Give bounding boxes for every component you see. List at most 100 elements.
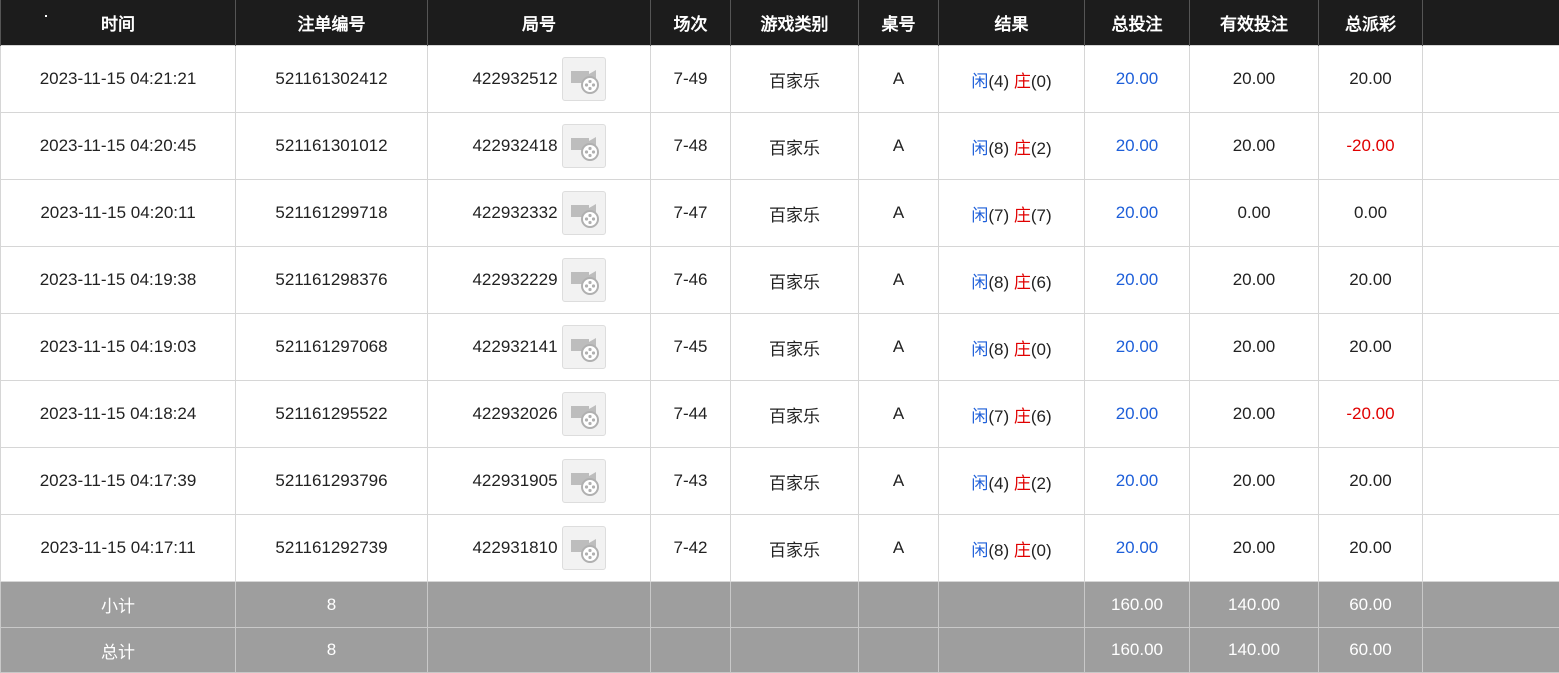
cell-table: A bbox=[859, 113, 939, 180]
player-score: (8) bbox=[988, 139, 1009, 158]
header-order-id: 注单编号 bbox=[236, 0, 428, 46]
banker-score: (6) bbox=[1031, 407, 1052, 426]
banker-label: 庄 bbox=[1014, 273, 1031, 292]
table-row: 2023-11-15 04:18:24521161295522422932026… bbox=[1, 381, 1559, 448]
table-row: 2023-11-15 04:20:45521161301012422932418… bbox=[1, 113, 1559, 180]
player-score: (4) bbox=[988, 72, 1009, 91]
cell-table: A bbox=[859, 448, 939, 515]
cell-order-id: 521161292739 bbox=[236, 515, 428, 582]
table-row: 2023-11-15 04:19:38521161298376 422932229… bbox=[1, 247, 1559, 314]
table-footer: 小计 8 160.00 140.00 60.00 总计 8 160.00 140… bbox=[1, 582, 1559, 673]
cell-balance: 1́ bbox=[1423, 46, 1559, 113]
cell-game-type: 百家乐 bbox=[731, 247, 859, 314]
cell-balance: 1 bbox=[1423, 314, 1559, 381]
round-id-text: 422932332 bbox=[472, 203, 557, 223]
player-label: 闲 bbox=[971, 273, 988, 292]
cell-order-id: 521161298376 bbox=[236, 247, 428, 314]
cell-session: 7-46 bbox=[651, 247, 731, 314]
cell-valid-bet: 20.00 bbox=[1190, 515, 1319, 582]
cell-session: 7-49 bbox=[651, 46, 731, 113]
header-payout: 总派彩 bbox=[1319, 0, 1423, 46]
header-balance bbox=[1423, 0, 1559, 46]
cell-valid-bet: 20.00 bbox=[1190, 448, 1319, 515]
player-label: 闲 bbox=[971, 139, 988, 158]
cell-time: 2023-11-15 04:21:21 bbox=[1, 46, 236, 113]
video-replay-icon[interactable] bbox=[562, 191, 606, 235]
round-id-text: 422932026 bbox=[472, 404, 557, 424]
header-game-type: 游戏类别 bbox=[731, 0, 859, 46]
total-total-bet: 160.00 bbox=[1085, 628, 1190, 673]
header-session: 场次 bbox=[651, 0, 731, 46]
video-replay-icon[interactable] bbox=[562, 459, 606, 503]
player-score: (7) bbox=[988, 206, 1009, 225]
cell-valid-bet: 20.00 bbox=[1190, 46, 1319, 113]
cell-payout: 20.00 bbox=[1319, 247, 1423, 314]
cell-total-bet: 20.00 bbox=[1085, 314, 1190, 381]
player-label: 闲 bbox=[971, 541, 988, 560]
banker-label: 庄 bbox=[1014, 541, 1031, 560]
cell-round-id: 422932229 bbox=[428, 247, 651, 314]
cell-table: A bbox=[859, 314, 939, 381]
banker-score: (0) bbox=[1031, 541, 1052, 560]
banker-score: (6) bbox=[1031, 273, 1052, 292]
video-replay-icon[interactable] bbox=[562, 258, 606, 302]
video-replay-icon[interactable] bbox=[562, 124, 606, 168]
cell-valid-bet: 20.00 bbox=[1190, 247, 1319, 314]
video-replay-icon[interactable] bbox=[562, 392, 606, 436]
banker-score: (0) bbox=[1031, 340, 1052, 359]
cell-total-bet: 20.00 bbox=[1085, 448, 1190, 515]
cell-valid-bet: 20.00 bbox=[1190, 113, 1319, 180]
header-time: 时间 bbox=[1, 0, 236, 46]
cell-total-bet: 20.00 bbox=[1085, 381, 1190, 448]
player-score: (8) bbox=[988, 541, 1009, 560]
banker-label: 庄 bbox=[1014, 139, 1031, 158]
cell-game-type: 百家乐 bbox=[731, 448, 859, 515]
video-replay-icon[interactable] bbox=[562, 526, 606, 570]
round-id-text: 422932418 bbox=[472, 136, 557, 156]
cell-round-id: 422932026 bbox=[428, 381, 651, 448]
header-table: 桌号 bbox=[859, 0, 939, 46]
banker-label: 庄 bbox=[1014, 206, 1031, 225]
cell-round-id: 422932512 bbox=[428, 46, 651, 113]
cell-valid-bet: 0.00 bbox=[1190, 180, 1319, 247]
cell-payout: 20.00 bbox=[1319, 448, 1423, 515]
cell-payout: 20.00 bbox=[1319, 46, 1423, 113]
cell-table: A bbox=[859, 46, 939, 113]
cell-balance: 1 bbox=[1423, 448, 1559, 515]
total-count: 8 bbox=[236, 628, 428, 673]
cell-time: 2023-11-15 04:20:11 bbox=[1, 180, 236, 247]
cell-order-id: 521161302412 bbox=[236, 46, 428, 113]
cell-session: 7-47 bbox=[651, 180, 731, 247]
cell-table: A bbox=[859, 247, 939, 314]
player-score: (8) bbox=[988, 273, 1009, 292]
cell-table: A bbox=[859, 515, 939, 582]
video-replay-icon[interactable] bbox=[562, 325, 606, 369]
cell-time: 2023-11-15 04:19:38 bbox=[1, 247, 236, 314]
cell-total-bet: 20.00 bbox=[1085, 113, 1190, 180]
cell-balance: 1 bbox=[1423, 381, 1559, 448]
table-body: 2023-11-15 04:21:21521161302412422932512… bbox=[1, 46, 1559, 582]
cell-round-id: 422932332 bbox=[428, 180, 651, 247]
player-label: 闲 bbox=[971, 72, 988, 91]
cell-payout: 20.00 bbox=[1319, 515, 1423, 582]
banker-label: 庄 bbox=[1014, 340, 1031, 359]
cell-order-id: 521161295522 bbox=[236, 381, 428, 448]
cell-game-type: 百家乐 bbox=[731, 314, 859, 381]
cell-total-bet: 20.00 bbox=[1085, 515, 1190, 582]
cell-result: 闲(8) 庄(2) bbox=[939, 113, 1085, 180]
cell-order-id: 521161299718 bbox=[236, 180, 428, 247]
subtotal-count: 8 bbox=[236, 582, 428, 628]
round-id-text: 422932229 bbox=[472, 270, 557, 290]
cell-table: A bbox=[859, 381, 939, 448]
bet-records-table: 时间注单编号局号场次游戏类别桌号结果总投注有效投注总派彩 2023-11-15 … bbox=[0, 0, 1559, 673]
subtotal-row: 小计 8 160.00 140.00 60.00 bbox=[1, 582, 1559, 628]
cell-order-id: 521161297068 bbox=[236, 314, 428, 381]
cell-session: 7-48 bbox=[651, 113, 731, 180]
cell-order-id: 521161293796 bbox=[236, 448, 428, 515]
cell-game-type: 百家乐 bbox=[731, 113, 859, 180]
cell-payout: -20.00 bbox=[1319, 113, 1423, 180]
banker-label: 庄 bbox=[1014, 72, 1031, 91]
cell-game-type: 百家乐 bbox=[731, 180, 859, 247]
video-replay-icon[interactable] bbox=[562, 57, 606, 101]
total-label: 总计 bbox=[1, 628, 236, 673]
